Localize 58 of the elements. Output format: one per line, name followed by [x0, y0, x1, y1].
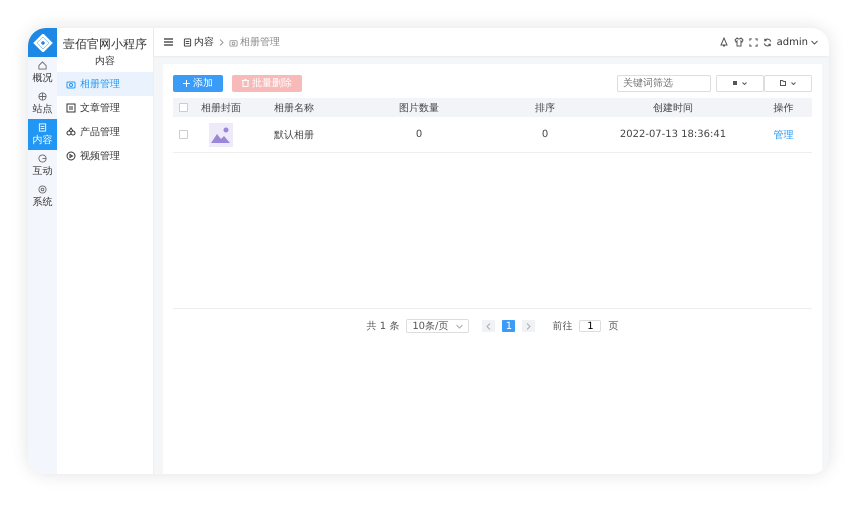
rail-nav-item[interactable]: 系统: [28, 181, 57, 212]
document-icon: [38, 122, 47, 132]
section-title: 内容: [94, 54, 116, 68]
gear-icon: [38, 184, 47, 194]
table-cell-text: 2022-07-13 18:36:41: [618, 129, 728, 140]
page-unit-label: 页: [608, 320, 618, 333]
globe-icon: [38, 92, 47, 100]
select-all-checkbox[interactable]: [178, 103, 188, 112]
folder-dropdown[interactable]: [764, 74, 812, 92]
app-title: 壹佰官网小程序: [62, 36, 148, 53]
column-header: 相册名称: [273, 102, 315, 114]
row-checkbox[interactable]: [178, 130, 188, 139]
document-icon: [183, 38, 192, 46]
column-header: 相册封面: [200, 102, 242, 114]
plus-icon: [183, 80, 190, 86]
chevron-down-icon: [742, 82, 747, 84]
column-header: 图片数量: [398, 102, 440, 114]
chevron-down-icon: [811, 40, 818, 44]
rail-nav-item[interactable]: 互动: [28, 150, 57, 181]
cluster-icon: [66, 127, 76, 137]
page-input[interactable]: 1: [579, 320, 602, 332]
table-cell-text: 默认相册: [273, 128, 315, 142]
breadcrumb-item[interactable]: 内容: [194, 35, 214, 49]
breadcrumb-item[interactable]: 相册管理: [240, 35, 280, 49]
chevron-down-icon: [456, 324, 464, 328]
menu-icon[interactable]: [164, 38, 173, 46]
camera-icon: [66, 79, 76, 89]
list-icon: [66, 103, 76, 113]
folder-icon: [780, 80, 786, 86]
house-icon: [38, 60, 47, 70]
menu-item[interactable]: 产品管理: [57, 120, 153, 144]
chevron-left-icon: [486, 322, 492, 330]
table-cell-text: 0: [540, 129, 550, 140]
chevron-down-icon: [791, 82, 796, 84]
rail-nav-item[interactable]: 站点: [28, 88, 57, 119]
rail-nav-item[interactable]: 概况: [28, 57, 57, 88]
trash-icon: [242, 79, 249, 87]
fullscreen-icon[interactable]: [748, 38, 758, 46]
image-placeholder-icon: [209, 122, 233, 146]
camera-icon: [229, 38, 238, 46]
menu-item[interactable]: 文章管理: [57, 96, 153, 120]
column-header: 操作: [772, 102, 794, 114]
menu-item[interactable]: 视频管理: [57, 144, 153, 168]
total-count: 共 1 条: [366, 320, 400, 333]
column-header: 排序: [534, 102, 556, 114]
chevron-right-icon: [526, 322, 532, 330]
play-icon: [66, 151, 76, 161]
page-size-select[interactable]: 10条/页: [406, 319, 470, 333]
shirt-icon[interactable]: [734, 37, 744, 47]
view-dropdown[interactable]: [716, 74, 764, 92]
square-icon: [733, 81, 737, 85]
goto-label: 前往: [552, 320, 572, 333]
table-cell-text: 0: [414, 129, 424, 140]
user-menu[interactable]: admin: [776, 36, 808, 48]
refresh-icon[interactable]: [762, 38, 772, 46]
column-header: 创建时间: [652, 102, 694, 114]
search-field[interactable]: 关键词筛选: [617, 74, 711, 92]
chevron-right-icon: [219, 38, 224, 46]
